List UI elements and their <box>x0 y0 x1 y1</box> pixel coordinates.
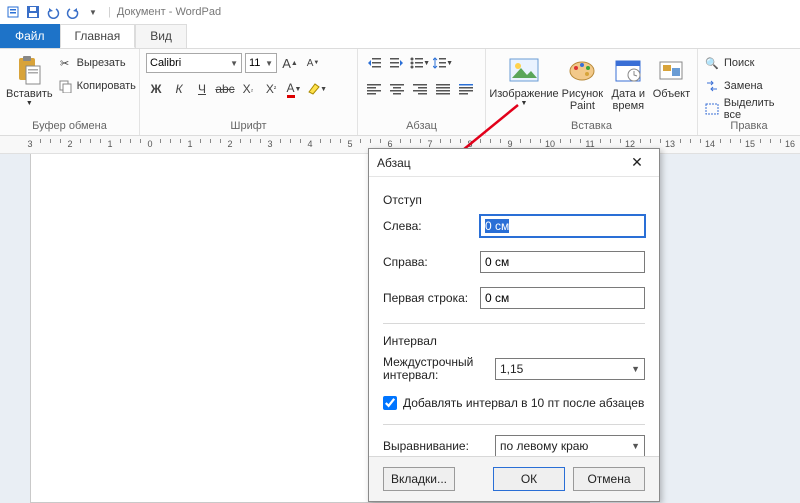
chevron-down-icon: ▼ <box>631 364 640 374</box>
chevron-down-icon: ▼ <box>521 100 528 108</box>
find-button[interactable]: 🔍Поиск <box>704 52 754 74</box>
dialog-title: Абзац <box>377 156 623 170</box>
font-color-button[interactable]: A▼ <box>284 79 304 99</box>
app-name: WordPad <box>175 6 221 18</box>
app-icon <box>4 3 22 21</box>
tab-strip: Файл Главная Вид <box>0 24 800 48</box>
indent-section-label: Отступ <box>383 193 645 207</box>
highlight-button[interactable]: ▼ <box>307 79 327 99</box>
paint-drawing-button[interactable]: Рисунок Paint <box>560 52 605 112</box>
bold-button[interactable]: Ж <box>146 79 166 99</box>
ribbon: Вставить ▼ ✂Вырезать Копировать Буфер об… <box>0 48 800 136</box>
group-paragraph-label: Абзац <box>364 120 479 134</box>
group-editing-label: Правка <box>704 120 794 134</box>
indent-right-input[interactable] <box>480 251 645 273</box>
font-size-combo[interactable]: 11▼ <box>245 53 277 73</box>
paste-icon <box>13 54 45 86</box>
paragraph-dialog: Абзац ✕ Отступ Слева: Справа: Первая стр… <box>368 148 660 502</box>
paste-button[interactable]: Вставить ▼ <box>6 52 53 108</box>
save-icon[interactable] <box>24 3 42 21</box>
copy-icon <box>57 78 73 94</box>
group-insert-label: Вставка <box>492 120 691 134</box>
alignment-select[interactable]: по левому краю▼ <box>495 435 645 457</box>
list-button[interactable]: ▼ <box>410 53 430 73</box>
line-spacing-select[interactable]: 1,15▼ <box>495 358 645 380</box>
first-line-label: Первая строка: <box>383 291 480 305</box>
group-font-label: Шрифт <box>146 120 351 134</box>
tab-file[interactable]: Файл <box>0 24 60 48</box>
cut-icon: ✂ <box>57 55 73 71</box>
copy-button[interactable]: Копировать <box>57 75 136 97</box>
indent-left-label: Слева: <box>383 219 480 233</box>
replace-icon <box>704 78 720 94</box>
paste-label: Вставить <box>6 88 53 100</box>
window-title: Документ - WordPad <box>117 6 221 18</box>
align-right-button[interactable] <box>410 79 430 99</box>
redo-icon[interactable] <box>64 3 82 21</box>
ok-button[interactable]: ОК <box>493 467 565 491</box>
indent-left-input[interactable] <box>480 215 645 237</box>
replace-button[interactable]: Замена <box>704 75 763 97</box>
undo-icon[interactable] <box>44 3 62 21</box>
calendar-icon <box>612 54 644 86</box>
chevron-down-icon: ▼ <box>631 441 640 451</box>
group-clipboard-label: Буфер обмена <box>6 120 133 134</box>
spacing-section-label: Интервал <box>383 334 645 348</box>
tab-view[interactable]: Вид <box>135 24 187 48</box>
chevron-down-icon: ▼ <box>26 100 33 108</box>
chevron-down-icon: ▼ <box>265 59 273 68</box>
add-space-label: Добавлять интервал в 10 пт после абзацев <box>403 396 644 410</box>
group-paragraph: ▼ ▼ Абзац <box>358 49 486 135</box>
indent-decrease-button[interactable] <box>364 53 384 73</box>
shrink-font-button[interactable]: A▼ <box>303 53 323 73</box>
close-button[interactable]: ✕ <box>623 149 651 177</box>
alignment-label: Выравнивание: <box>383 439 495 453</box>
paragraph-dialog-button[interactable] <box>456 79 476 99</box>
dialog-titlebar: Абзац ✕ <box>369 149 659 177</box>
line-spacing-button[interactable]: ▼ <box>433 53 453 73</box>
superscript-button[interactable]: X² <box>261 79 281 99</box>
image-icon <box>508 54 540 86</box>
underline-button[interactable]: Ч <box>192 79 212 99</box>
qat-dropdown-icon[interactable]: ▼ <box>84 3 102 21</box>
indent-right-label: Справа: <box>383 255 480 269</box>
align-left-button[interactable] <box>364 79 384 99</box>
cancel-button[interactable]: Отмена <box>573 467 645 491</box>
select-all-button[interactable]: Выделить все <box>704 98 794 120</box>
tabs-button[interactable]: Вкладки... <box>383 467 455 491</box>
doc-name: Документ <box>117 6 166 18</box>
separator: | <box>108 6 111 18</box>
group-insert: Изображение▼ Рисунок Paint Дата и время … <box>486 49 698 135</box>
insert-image-button[interactable]: Изображение▼ <box>492 52 556 108</box>
first-line-input[interactable] <box>480 287 645 309</box>
italic-button[interactable]: К <box>169 79 189 99</box>
paint-icon <box>566 54 598 86</box>
group-clipboard: Вставить ▼ ✂Вырезать Копировать Буфер об… <box>0 49 140 135</box>
group-font: Calibri▼ 11▼ A▲ A▼ Ж К Ч abc X₂ X² A▼ ▼ … <box>140 49 358 135</box>
search-icon: 🔍 <box>704 55 720 71</box>
datetime-button[interactable]: Дата и время <box>609 52 648 112</box>
subscript-button[interactable]: X₂ <box>238 79 258 99</box>
font-name-combo[interactable]: Calibri▼ <box>146 53 242 73</box>
align-center-button[interactable] <box>387 79 407 99</box>
cut-button[interactable]: ✂Вырезать <box>57 52 136 74</box>
add-space-checkbox[interactable] <box>383 396 397 410</box>
object-icon <box>655 54 687 86</box>
select-all-icon <box>704 101 720 117</box>
line-spacing-label: Междустрочный интервал: <box>383 356 495 382</box>
group-editing: 🔍Поиск Замена Выделить все Правка <box>698 49 800 135</box>
object-button[interactable]: Объект <box>652 52 691 100</box>
align-justify-button[interactable] <box>433 79 453 99</box>
strike-button[interactable]: abc <box>215 79 235 99</box>
tab-home[interactable]: Главная <box>60 24 136 48</box>
chevron-down-icon: ▼ <box>230 59 238 68</box>
title-bar: ▼ | Документ - WordPad <box>0 0 800 24</box>
indent-increase-button[interactable] <box>387 53 407 73</box>
grow-font-button[interactable]: A▲ <box>280 53 300 73</box>
quick-access-toolbar: ▼ <box>4 3 102 21</box>
